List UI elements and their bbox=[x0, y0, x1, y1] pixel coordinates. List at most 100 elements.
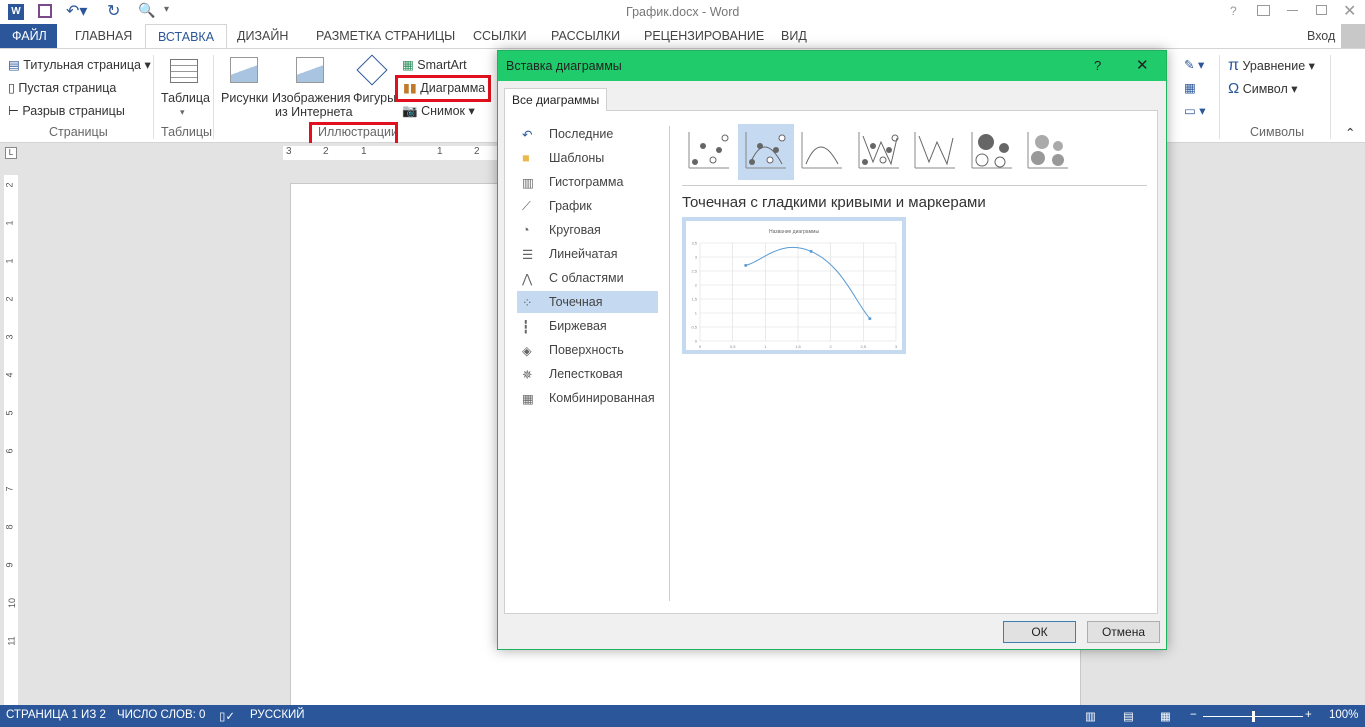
subtype-bubble-3d[interactable] bbox=[1020, 124, 1076, 180]
restore-icon[interactable] bbox=[1316, 5, 1327, 15]
signature-line-icon[interactable]: ✎ ▾ bbox=[1184, 57, 1204, 72]
data-point bbox=[744, 263, 748, 267]
tab-references[interactable]: ССЫЛКИ bbox=[461, 24, 539, 49]
pictures-button[interactable]: Рисунки bbox=[221, 91, 268, 105]
tab-file[interactable]: ФАЙЛ bbox=[0, 24, 57, 49]
dialog-help-button[interactable]: ? bbox=[1094, 58, 1101, 73]
pi-icon: π bbox=[1228, 57, 1240, 74]
sign-in-link[interactable]: Вход bbox=[1307, 29, 1335, 43]
equation-button[interactable]: π Уравнение ▾ bbox=[1228, 57, 1315, 75]
print-preview-icon[interactable]: 🔍 bbox=[138, 2, 155, 19]
subtype-straight-lines[interactable] bbox=[907, 124, 963, 180]
tab-all-charts[interactable]: Все диаграммы bbox=[504, 88, 608, 111]
data-point bbox=[868, 317, 872, 321]
vruler-label: 5 bbox=[4, 410, 15, 416]
subtype-scatter[interactable] bbox=[681, 124, 737, 180]
subtype-smooth-lines[interactable] bbox=[794, 124, 850, 180]
y-tick-label: 1 bbox=[695, 311, 698, 316]
zoom-slider-thumb[interactable] bbox=[1252, 711, 1255, 722]
ok-button[interactable]: ОК bbox=[1003, 621, 1076, 643]
help-button[interactable]: ? bbox=[1230, 4, 1237, 18]
tab-review[interactable]: РЕЦЕНЗИРОВАНИЕ bbox=[632, 24, 776, 49]
table-icon bbox=[170, 59, 198, 83]
x-tick-label: 2 bbox=[830, 344, 833, 349]
chart-type-7[interactable]: ⁘ Точечная bbox=[517, 291, 658, 313]
status-bar: СТРАНИЦА 1 ИЗ 2 ЧИСЛО СЛОВ: 0 ▯✓ РУССКИЙ… bbox=[0, 705, 1365, 727]
page-count[interactable]: СТРАНИЦА 1 ИЗ 2 bbox=[6, 709, 106, 721]
chart-type-10[interactable]: ✵ Лепестковая bbox=[517, 363, 658, 385]
window-title: График.docx - Word bbox=[626, 5, 740, 19]
smartart-button[interactable]: ▦ SmartArt bbox=[402, 57, 467, 72]
chart-type-3[interactable]: ⟋ График bbox=[517, 195, 658, 217]
tab-layout[interactable]: РАЗМЕТКА СТРАНИЦЫ bbox=[304, 24, 467, 49]
page-break-button[interactable]: ⊢ Разрыв страницы bbox=[8, 103, 125, 118]
table-button[interactable]: Таблица bbox=[161, 91, 210, 105]
zoom-slider[interactable] bbox=[1203, 711, 1303, 722]
cover-page-button[interactable]: ▤ Титульная страница ▾ bbox=[8, 57, 151, 72]
minimize-icon[interactable] bbox=[1287, 10, 1298, 11]
vertical-ruler[interactable]: 2 1 1 2 3 4 5 6 7 8 9 10 11 bbox=[4, 175, 18, 705]
vruler-label: 1 bbox=[4, 220, 15, 226]
chart-type-4[interactable]: ◔ Круговая bbox=[517, 219, 658, 241]
redo-icon[interactable]: ↻ bbox=[107, 1, 120, 21]
shapes-icon bbox=[356, 54, 388, 86]
collapse-ribbon-icon[interactable]: ⌃ bbox=[1345, 125, 1355, 140]
zoom-in-button[interactable]: + bbox=[1305, 709, 1312, 721]
undo-icon[interactable]: ↶▾ bbox=[66, 1, 87, 21]
object-icon[interactable]: ▭ ▾ bbox=[1184, 103, 1206, 118]
zoom-level[interactable]: 100% bbox=[1329, 709, 1358, 721]
blank-page-icon: ▯ bbox=[8, 81, 15, 95]
chart-type-0[interactable]: ↶ Последние bbox=[517, 123, 658, 145]
web-layout-icon[interactable]: ▦ bbox=[1160, 709, 1171, 723]
chart-type-2[interactable]: ▥ Гистограмма bbox=[517, 171, 658, 193]
shapes-button[interactable]: Фигуры bbox=[353, 91, 396, 105]
chart-preview[interactable]: Название диаграммы 0 0,5 1 1,5 2 2,5 3 3,5 0 0,5 1 1… bbox=[682, 217, 906, 354]
chart-type-11[interactable]: ▦ Комбинированная bbox=[517, 387, 658, 409]
screenshot-button[interactable]: 📷 Снимок ▾ bbox=[402, 103, 475, 119]
word-count[interactable]: ЧИСЛО СЛОВ: 0 bbox=[117, 709, 205, 721]
tab-home[interactable]: ГЛАВНАЯ bbox=[63, 24, 144, 49]
online-pictures-icon bbox=[296, 57, 324, 83]
date-time-icon[interactable]: ▦ bbox=[1184, 80, 1196, 95]
dialog-close-icon[interactable]: ✕ bbox=[1136, 56, 1149, 74]
online-pictures-button[interactable]: Изображения из Интернета bbox=[272, 91, 353, 119]
group-pages-label: Страницы bbox=[49, 125, 108, 139]
smartart-icon: ▦ bbox=[402, 58, 414, 72]
subtype-straight-markers[interactable] bbox=[851, 124, 907, 180]
proofing-icon[interactable]: ▯✓ bbox=[219, 709, 235, 723]
customize-qat-icon[interactable]: ▾ bbox=[164, 4, 169, 15]
subtype-smooth-markers[interactable] bbox=[737, 124, 794, 180]
ribbon-options-icon[interactable] bbox=[1257, 5, 1270, 16]
save-icon[interactable] bbox=[38, 4, 52, 18]
stock-chart-icon: ┇ bbox=[522, 320, 530, 334]
chart-type-1[interactable]: ■ Шаблоны bbox=[517, 147, 658, 169]
chart-type-8[interactable]: ┇ Биржевая bbox=[517, 315, 658, 337]
print-layout-icon[interactable]: ▤ bbox=[1123, 709, 1134, 723]
blank-page-button[interactable]: ▯ Пустая страница bbox=[8, 80, 116, 95]
read-mode-icon[interactable]: ▥ bbox=[1085, 709, 1096, 723]
y-tick-label: 2 bbox=[695, 283, 698, 288]
ribbon-tabs: ФАЙЛ ГЛАВНАЯ ВСТАВКА ДИЗАЙН РАЗМЕТКА СТР… bbox=[0, 24, 1365, 50]
tab-selector[interactable]: L bbox=[5, 147, 17, 159]
chart-type-label: Поверхность bbox=[549, 343, 624, 357]
zoom-out-button[interactable]: − bbox=[1190, 709, 1197, 721]
subtype-bubble[interactable] bbox=[964, 124, 1020, 180]
straight-markers-icon bbox=[858, 132, 899, 169]
series-line bbox=[745, 246, 871, 319]
tab-view[interactable]: ВИД bbox=[769, 24, 819, 49]
close-icon[interactable]: ✕ bbox=[1343, 1, 1356, 21]
chart-type-9[interactable]: ◈ Поверхность bbox=[517, 339, 658, 361]
cancel-button[interactable]: Отмена bbox=[1087, 621, 1160, 643]
chart-type-6[interactable]: ⋀ С областями bbox=[517, 267, 658, 289]
tab-mailings[interactable]: РАССЫЛКИ bbox=[539, 24, 632, 49]
tab-insert[interactable]: ВСТАВКА bbox=[145, 24, 228, 50]
symbol-button[interactable]: Ω Символ ▾ bbox=[1228, 80, 1298, 97]
group-tables-label: Таблицы bbox=[161, 125, 213, 139]
horizontal-ruler[interactable]: 32112 bbox=[283, 146, 503, 160]
language[interactable]: РУССКИЙ bbox=[250, 709, 305, 721]
tab-design[interactable]: ДИЗАЙН bbox=[225, 24, 300, 49]
chart-type-5[interactable]: ☰ Линейчатая bbox=[517, 243, 658, 265]
avatar[interactable] bbox=[1341, 24, 1365, 48]
chart-type-label: Комбинированная bbox=[549, 391, 655, 405]
blank-page-label: Пустая страница bbox=[18, 81, 117, 95]
